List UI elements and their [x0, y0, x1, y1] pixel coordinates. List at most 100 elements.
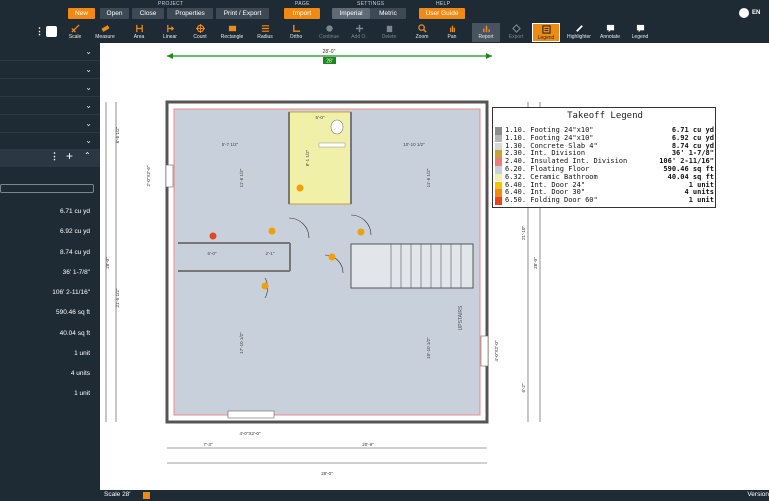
svg-text:10'-10 1/2": 10'-10 1/2" — [426, 337, 431, 359]
door-30-marker[interactable] — [261, 282, 269, 290]
zoom-icon — [417, 24, 427, 33]
sidebar-section[interactable]: ⌄ — [0, 98, 100, 115]
tool-measure[interactable]: Measure — [91, 23, 119, 42]
open-button[interactable]: Open — [100, 8, 129, 19]
highlighter-icon — [575, 25, 583, 32]
sidebar-section[interactable]: ⌄ — [0, 80, 100, 97]
folding-door-marker[interactable] — [209, 232, 217, 240]
tool-report[interactable]: Report — [472, 23, 500, 42]
chevron-down-icon[interactable]: ⌄ — [85, 136, 92, 145]
tool-annotate[interactable]: Annotate — [596, 23, 624, 42]
legend-swatch — [495, 166, 502, 174]
globe-icon[interactable] — [739, 8, 749, 18]
pan-icon — [449, 25, 455, 33]
svg-text:17'-10 1/2": 17'-10 1/2" — [239, 332, 244, 354]
tool-continue[interactable]: Continue — [315, 23, 343, 42]
tool-export[interactable]: Export — [502, 23, 530, 42]
user-guide-button[interactable]: User Guide — [419, 8, 465, 19]
area-icon — [135, 24, 143, 33]
svg-text:2'-0"X2'-6": 2'-0"X2'-6" — [146, 165, 151, 186]
svg-text:6'-2": 6'-2" — [521, 383, 526, 392]
tool-add-opening[interactable]: Add O. — [345, 23, 373, 42]
svg-text:10'-10 1/2": 10'-10 1/2" — [403, 142, 425, 147]
add-icon[interactable]: + — [66, 149, 73, 163]
chevron-up-icon[interactable]: ⌃ — [84, 151, 91, 160]
tool-highlighter[interactable]: Highlighter — [565, 23, 593, 42]
takeoff-value: 6.92 cu yd — [60, 228, 90, 235]
report-icon — [482, 25, 490, 33]
takeoff-value: 590.46 sq ft — [56, 309, 90, 316]
door-30-marker[interactable] — [357, 228, 365, 236]
door-24-marker[interactable] — [296, 184, 304, 192]
print-export-button[interactable]: Print / Export — [216, 8, 269, 19]
takeoff-value: 1 unit — [74, 350, 90, 357]
arrow-right-icon — [486, 53, 492, 59]
tool-linear[interactable]: Linear — [156, 23, 184, 42]
tool-rectangle[interactable]: Rectangle — [218, 23, 246, 42]
svg-text:6'-0": 6'-0" — [208, 251, 217, 256]
svg-text:21'-5 1/2": 21'-5 1/2" — [115, 288, 120, 307]
sidebar-section[interactable]: ⌄ — [0, 116, 100, 133]
tool-area[interactable]: Area — [125, 23, 153, 42]
tool-delete[interactable]: Delete — [375, 23, 403, 42]
tool-pan[interactable]: Pan — [438, 23, 466, 42]
vanity-icon — [318, 142, 346, 148]
svg-text:5'-7 1/2": 5'-7 1/2" — [222, 142, 239, 147]
takeoff-value: 36' 1-7/8" — [62, 269, 90, 276]
panel-menu-icon[interactable]: ⋮ — [50, 151, 59, 162]
svg-text:11'-6 1/2": 11'-6 1/2" — [426, 168, 431, 187]
door-30-marker[interactable] — [268, 227, 276, 235]
drawing-canvas[interactable]: 28'-0" 28' 5'-7 1/2" 5'-0" 10'-10 1/2" 1… — [100, 43, 769, 490]
tool-legend-active[interactable]: Legend — [532, 23, 560, 42]
legend-item-name: 6.50. Folding Door 60" — [505, 196, 598, 205]
sidebar-section[interactable]: ⌄ — [0, 133, 100, 150]
sidebar-section[interactable]: ⌄ — [0, 62, 100, 79]
tool-ortho[interactable]: Ortho — [282, 23, 310, 42]
window — [480, 335, 489, 367]
takeoff-value: 4 units — [70, 370, 90, 377]
scale-icon[interactable] — [143, 492, 150, 499]
svg-text:28'-0": 28'-0" — [105, 257, 110, 269]
svg-text:4'-0"X2'-0": 4'-0"X2'-0" — [494, 340, 499, 361]
import-button[interactable]: Import — [284, 8, 320, 19]
tool-legend[interactable]: Legend — [626, 23, 654, 42]
takeoff-value: 40.04 sq ft — [59, 330, 90, 337]
scale-icon — [70, 24, 80, 33]
group-label-page: PAGE — [295, 1, 310, 7]
chevron-down-icon[interactable]: ⌄ — [85, 83, 92, 92]
window — [165, 164, 174, 188]
version-label: Version — [747, 491, 769, 498]
legend-swatch — [495, 142, 502, 151]
window — [227, 410, 275, 419]
svg-text:6'-6 1/2": 6'-6 1/2" — [115, 126, 120, 143]
sidebar: ⌄ ⌄ ⌄ ⌄ ⌄ ⌄ ⋮ + ⌃ 6.71 cu yd 6.92 cu yd … — [0, 43, 100, 501]
bookmark-icon[interactable] — [46, 26, 57, 37]
tool-count[interactable]: Count — [186, 23, 214, 42]
door-30-marker[interactable] — [328, 253, 336, 261]
properties-button[interactable]: Properties — [167, 8, 213, 19]
stairs — [350, 243, 474, 289]
imperial-button[interactable]: Imperial — [332, 8, 370, 19]
metric-button[interactable]: Metric — [370, 8, 406, 19]
sidebar-section[interactable]: ⌄ — [0, 44, 100, 61]
legend-swatch — [495, 127, 502, 135]
language-label[interactable]: EN — [752, 10, 760, 16]
chevron-down-icon[interactable]: ⌄ — [85, 119, 92, 128]
tool-radius[interactable]: Radius — [251, 23, 279, 42]
legend-swatch — [495, 181, 502, 190]
svg-text:7'-3": 7'-3" — [204, 442, 213, 447]
kebab-menu-icon[interactable]: ⋮ — [35, 26, 44, 37]
takeoff-legend[interactable]: Takeoff Legend 1.10. Footing 24"x10" 6.71… — [492, 107, 716, 208]
close-button[interactable]: Close — [132, 8, 164, 19]
new-button[interactable]: New — [68, 8, 95, 19]
continue-icon — [325, 25, 333, 32]
chevron-down-icon[interactable]: ⌄ — [85, 65, 92, 74]
tool-zoom[interactable]: Zoom — [408, 23, 436, 42]
chevron-down-icon[interactable]: ⌄ — [85, 47, 92, 56]
tool-scale[interactable]: Scale — [61, 23, 89, 42]
legend-swatch — [495, 197, 502, 205]
search-input[interactable] — [0, 184, 94, 193]
chevron-down-icon[interactable]: ⌄ — [85, 101, 92, 110]
legend-swatch — [495, 189, 502, 197]
takeoff-value: 6.71 cu yd — [60, 208, 90, 215]
